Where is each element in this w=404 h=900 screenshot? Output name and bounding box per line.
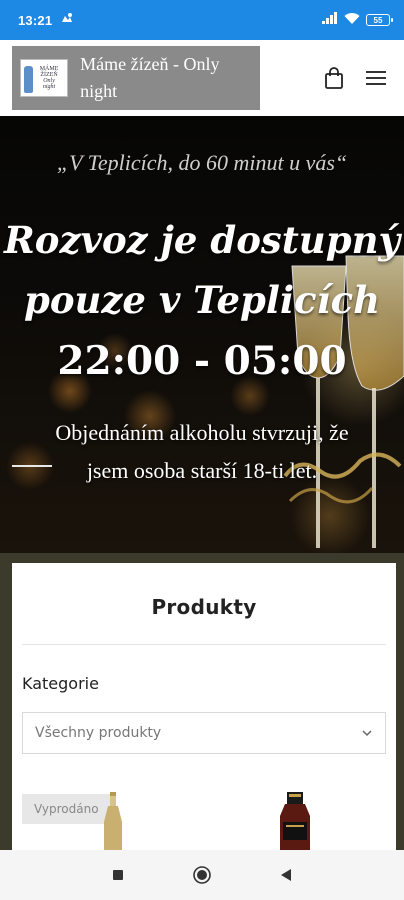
battery-level: 55 bbox=[373, 15, 383, 25]
brand-home-link[interactable]: MÁME ŽÍZEŇ Only night Máme žízeň - Only … bbox=[12, 46, 260, 110]
site-title: Máme žízeň - Only night bbox=[80, 54, 220, 101]
chevron-down-icon bbox=[361, 725, 373, 741]
header-actions bbox=[324, 67, 392, 89]
site-logo: MÁME ŽÍZEŇ Only night bbox=[20, 59, 69, 97]
hero-banner: „V Teplicích, do 60 minut u vás“ Rozvoz … bbox=[0, 116, 404, 553]
hamburger-menu-icon[interactable] bbox=[366, 70, 386, 86]
battery-icon: 55 bbox=[366, 14, 393, 26]
shopping-bag-icon[interactable] bbox=[324, 67, 344, 89]
delivery-hours: 22:00 - 05:00 bbox=[57, 338, 347, 384]
divider bbox=[22, 644, 386, 645]
category-label: Kategorie bbox=[22, 674, 99, 693]
hero-headline: Rozvoz je dostupný pouze v Teplicích bbox=[4, 218, 400, 322]
status-bar: 13:21 55 bbox=[0, 0, 404, 40]
system-nav-bar bbox=[0, 850, 404, 900]
wifi-icon bbox=[344, 11, 360, 29]
category-select-value: Všechny produkty bbox=[35, 725, 162, 741]
product-image-whisky[interactable] bbox=[270, 792, 320, 850]
hero-quote: „V Teplicích, do 60 minut u vás“ bbox=[56, 150, 348, 175]
notification-icon bbox=[60, 11, 74, 29]
logo-line-4: night bbox=[42, 84, 56, 90]
category-select[interactable]: Všechny produkty bbox=[22, 712, 386, 754]
signal-icon bbox=[322, 11, 338, 29]
status-left: 13:21 bbox=[18, 11, 74, 29]
site-header: MÁME ŽÍZEŇ Only night Máme žízeň - Only … bbox=[0, 40, 404, 116]
products-section: Produkty Kategorie Všechny produkty Vypr… bbox=[12, 563, 396, 850]
status-time: 13:21 bbox=[18, 12, 53, 28]
products-title: Produkty bbox=[151, 595, 257, 619]
back-triangle-icon[interactable] bbox=[244, 850, 328, 900]
home-circle-icon[interactable] bbox=[160, 850, 244, 900]
bottle-logo-icon bbox=[24, 66, 33, 93]
status-right: 55 bbox=[322, 11, 393, 29]
hero-divider bbox=[12, 465, 52, 467]
hero-text: „V Teplicích, do 60 minut u vás“ Rozvoz … bbox=[0, 116, 404, 553]
age-notice: Objednáním alkoholu stvrzuji, že jsem os… bbox=[55, 420, 349, 483]
recents-square-icon[interactable] bbox=[76, 850, 160, 900]
product-image-champagne[interactable] bbox=[98, 792, 128, 850]
